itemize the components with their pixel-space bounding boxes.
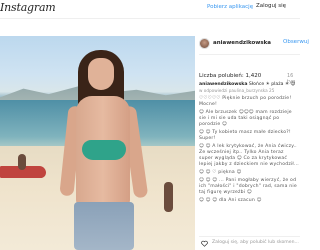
get-app-link[interactable]: Pobierz aplikację <box>207 4 253 10</box>
top-bar: Instagram Pobierz aplikację Zaloguj się <box>0 0 300 19</box>
follow-button[interactable]: Obserwuj <box>283 39 309 45</box>
photo-subject-bikini <box>82 140 126 160</box>
comment-bar: Zaloguj się, aby polubić lub skomen... <box>199 236 300 248</box>
comment-text: ☺ ☺ A lek krytykować, że Ania ćwiczy.. Z… <box>199 143 299 168</box>
comment-text: ☺ ☺ ♡ piękna ☺ <box>199 170 242 176</box>
list-item: ☺ Ale brzuszek ☺☺☺ mam rozdzieje sie i m… <box>199 110 299 129</box>
likes-count[interactable]: Liczba polubień: 1,420 <box>199 73 261 79</box>
instagram-logo[interactable]: Instagram <box>0 1 56 14</box>
list-item: ☺ ☺ ♡ piękna ☺ <box>199 170 299 176</box>
caption-meta: w odpowiedzi paulina_burzynska 25 <box>199 88 275 94</box>
comment-text: ☺ ☺ Ty kobieto masz małe dziecko?! Super… <box>199 129 291 142</box>
caption: aniawendzikowska Słońce ☀ plaża ☀ ☺ w od… <box>199 82 299 94</box>
list-item: ♡♡♡♡♡ Pięknie brzuch po porodzie! Mocne! <box>199 96 299 108</box>
comment-text: ☺ ☺ ☺ ... Pani mogłaby wierzyć, że od ic… <box>199 177 297 196</box>
post-author-row: aniawendzikowska Obserwuj <box>199 38 309 52</box>
photo-bystander <box>18 154 26 170</box>
caption-username[interactable]: aniawendzikowska <box>199 82 247 87</box>
caption-text: Słońce ☀ plaża ☀ ☺ <box>248 82 296 87</box>
comment-text: ☺ Ale brzuszek ☺☺☺ mam rozdzieje sie i m… <box>199 109 292 128</box>
photo-subject-shorts <box>74 202 134 250</box>
login-link[interactable]: Zaloguj się <box>256 3 286 9</box>
list-item: ☺ ☺ ☺ dla Ani szacun ☺ <box>199 198 299 204</box>
list-item: ☺ ☺ ☺ ... Pani mogłaby wierzyć, że od ic… <box>199 178 299 197</box>
post-photo[interactable] <box>0 36 195 250</box>
comment-text: ☺ ☺ ☺ dla Ani szacun ☺ <box>199 197 262 203</box>
comment-text: ♡♡♡♡♡ Pięknie brzuch po porodzie! Mocne! <box>199 95 292 108</box>
photo-subject-face <box>88 58 114 90</box>
heart-icon[interactable] <box>201 240 208 247</box>
author-username[interactable]: aniawendzikowska <box>213 40 271 46</box>
comment-input[interactable]: Zaloguj się, aby polubić lub skomen... <box>212 240 299 245</box>
list-item: ☺ ☺ Ty kobieto masz małe dziecko?! Super… <box>199 130 299 142</box>
comments-list: aniawendzikowska Słońce ☀ plaża ☀ ☺ w od… <box>199 82 299 206</box>
list-item: ☺ ☺ A lek krytykować, że Ania ćwiczy.. Z… <box>199 144 299 169</box>
photo-bystander <box>164 182 173 212</box>
divider <box>199 54 300 55</box>
avatar[interactable] <box>199 38 210 49</box>
